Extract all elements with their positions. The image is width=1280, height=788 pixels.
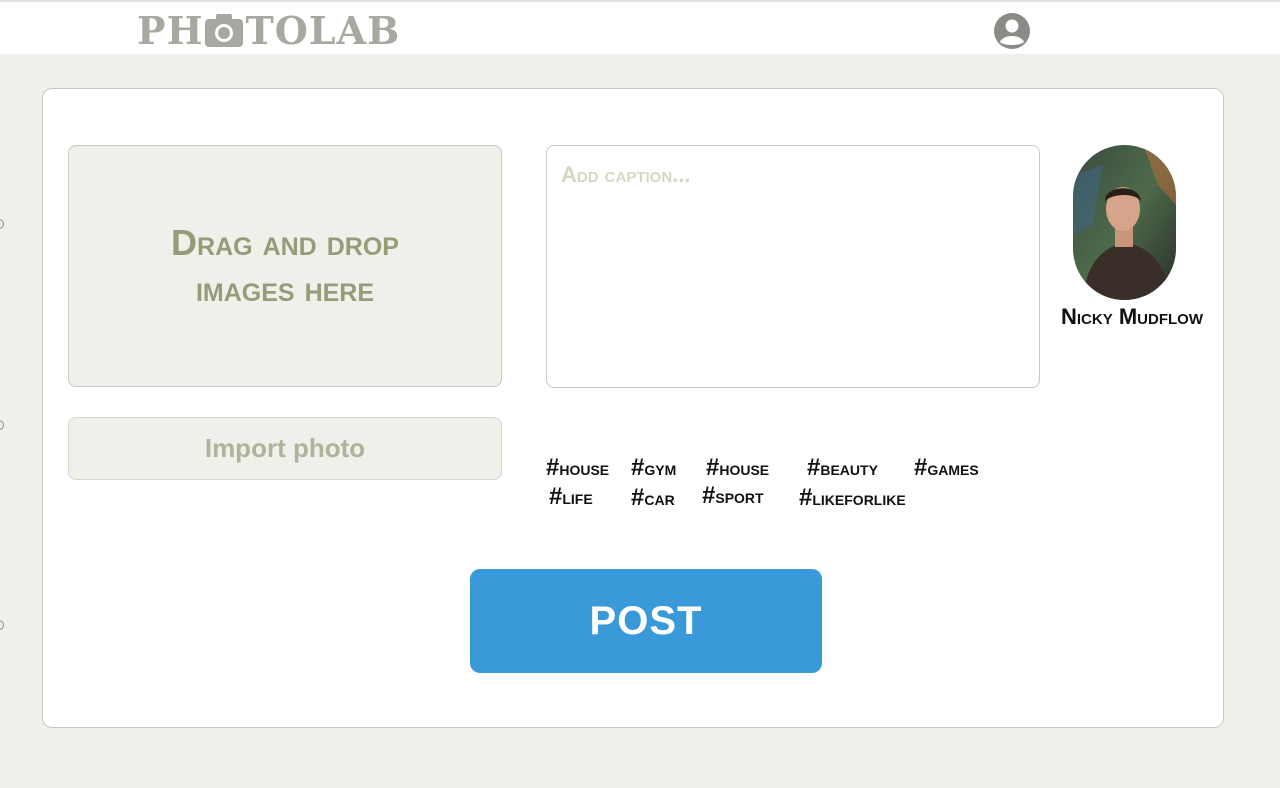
hashtag-text: games bbox=[927, 458, 979, 480]
hashtag-text: gym bbox=[644, 458, 677, 480]
hash-symbol: # bbox=[549, 483, 563, 510]
hashtag-text: sport bbox=[715, 486, 764, 508]
post-button-label: POST bbox=[589, 598, 703, 643]
carousel-indicator[interactable] bbox=[0, 420, 4, 430]
hash-symbol: # bbox=[799, 484, 813, 511]
post-button[interactable]: POST bbox=[470, 569, 822, 673]
hashtag-text: house bbox=[559, 458, 610, 480]
hashtag[interactable]: #beauty bbox=[807, 454, 878, 482]
avatar[interactable] bbox=[1073, 145, 1176, 300]
username[interactable]: Nicky Mudflow bbox=[1050, 304, 1214, 330]
hash-symbol: # bbox=[706, 454, 720, 481]
image-dropzone[interactable]: Drag and drop images here bbox=[68, 145, 502, 387]
import-photo-label: Import photo bbox=[204, 433, 366, 463]
logo-text-right: TOLAB bbox=[245, 7, 401, 53]
carousel-indicator[interactable] bbox=[0, 219, 4, 229]
hash-symbol: # bbox=[631, 454, 645, 481]
hashtag[interactable]: #likeforlike bbox=[799, 484, 906, 512]
hashtag[interactable]: #car bbox=[631, 484, 675, 512]
hash-symbol: # bbox=[702, 482, 716, 509]
avatar-photo bbox=[1073, 145, 1176, 300]
hash-symbol: # bbox=[807, 454, 821, 481]
hash-symbol: # bbox=[914, 454, 928, 481]
hash-symbol: # bbox=[546, 454, 560, 481]
app-logo[interactable]: PH TOLAB bbox=[137, 7, 401, 53]
hashtag[interactable]: #house bbox=[706, 454, 769, 482]
hashtag[interactable]: #games bbox=[914, 454, 979, 482]
hashtag[interactable]: #gym bbox=[631, 454, 676, 482]
camera-icon bbox=[205, 14, 244, 47]
top-bar: PH TOLAB bbox=[0, 2, 1280, 54]
hash-symbol: # bbox=[631, 484, 645, 511]
hashtag[interactable]: #house bbox=[546, 454, 609, 482]
import-photo-button[interactable]: Import photo bbox=[68, 417, 502, 480]
hashtag-text: car bbox=[644, 488, 675, 510]
hashtag[interactable]: #life bbox=[549, 483, 593, 511]
account-circle-icon[interactable] bbox=[993, 12, 1031, 50]
hashtag-text: likeforlike bbox=[812, 488, 906, 510]
logo-text-left: PH bbox=[137, 7, 204, 53]
hashtag-text: house bbox=[719, 458, 770, 480]
hashtag-text: beauty bbox=[820, 458, 878, 480]
dropzone-label: Drag and drop images here bbox=[171, 222, 399, 309]
caption-input[interactable] bbox=[546, 145, 1040, 388]
hashtag-text: life bbox=[562, 487, 593, 509]
carousel-indicator[interactable] bbox=[0, 620, 4, 630]
hashtag[interactable]: #sport bbox=[702, 482, 764, 510]
